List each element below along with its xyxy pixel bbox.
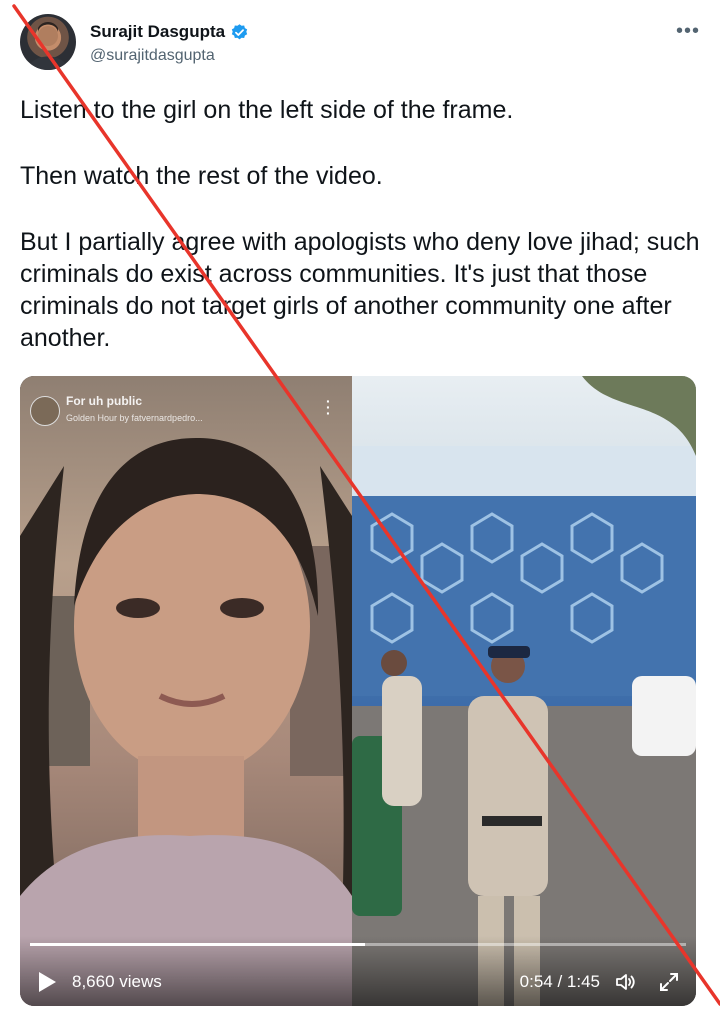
author-name-row: Surajit Dasgupta xyxy=(90,22,249,42)
overlay-subtitle: Golden Hour by fatvernardpedro... xyxy=(66,413,203,423)
tweet-header: Surajit Dasgupta @surajitdasgupta ••• xyxy=(20,14,700,74)
tweet-paragraph: Listen to the girl on the left side of t… xyxy=(20,96,514,124)
video-player[interactable]: For uh public Golden Hour by fatvernardp… xyxy=(20,376,696,1006)
tweet-paragraph: But I partially agree with apologists wh… xyxy=(20,228,700,352)
video-frame-right xyxy=(352,376,696,1006)
verified-badge-icon xyxy=(230,23,249,42)
live-avatar-icon xyxy=(30,396,60,426)
author-handle[interactable]: @surajitdasgupta xyxy=(90,47,215,65)
video-progress-fill xyxy=(30,943,365,946)
video-controls xyxy=(20,936,696,1006)
user-avatar[interactable] xyxy=(20,14,76,70)
overlay-title: For uh public xyxy=(66,394,142,408)
video-progress-bar[interactable] xyxy=(30,943,686,946)
volume-icon[interactable] xyxy=(614,970,638,994)
author-display-name[interactable]: Surajit Dasgupta xyxy=(90,22,225,42)
video-frame-left: For uh public Golden Hour by fatvernardp… xyxy=(20,376,352,1006)
ellipsis-icon[interactable]: ••• xyxy=(676,20,700,43)
fullscreen-icon[interactable] xyxy=(658,971,680,993)
tweet-text: Listen to the girl on the left side of t… xyxy=(20,94,700,354)
overlay-menu-icon: · · · xyxy=(326,393,331,421)
tweet-paragraph: Then watch the rest of the video. xyxy=(20,162,383,190)
video-time: 0:54 / 1:45 xyxy=(519,972,600,991)
play-icon[interactable] xyxy=(36,970,58,994)
view-count: 8,660 views xyxy=(72,972,162,991)
